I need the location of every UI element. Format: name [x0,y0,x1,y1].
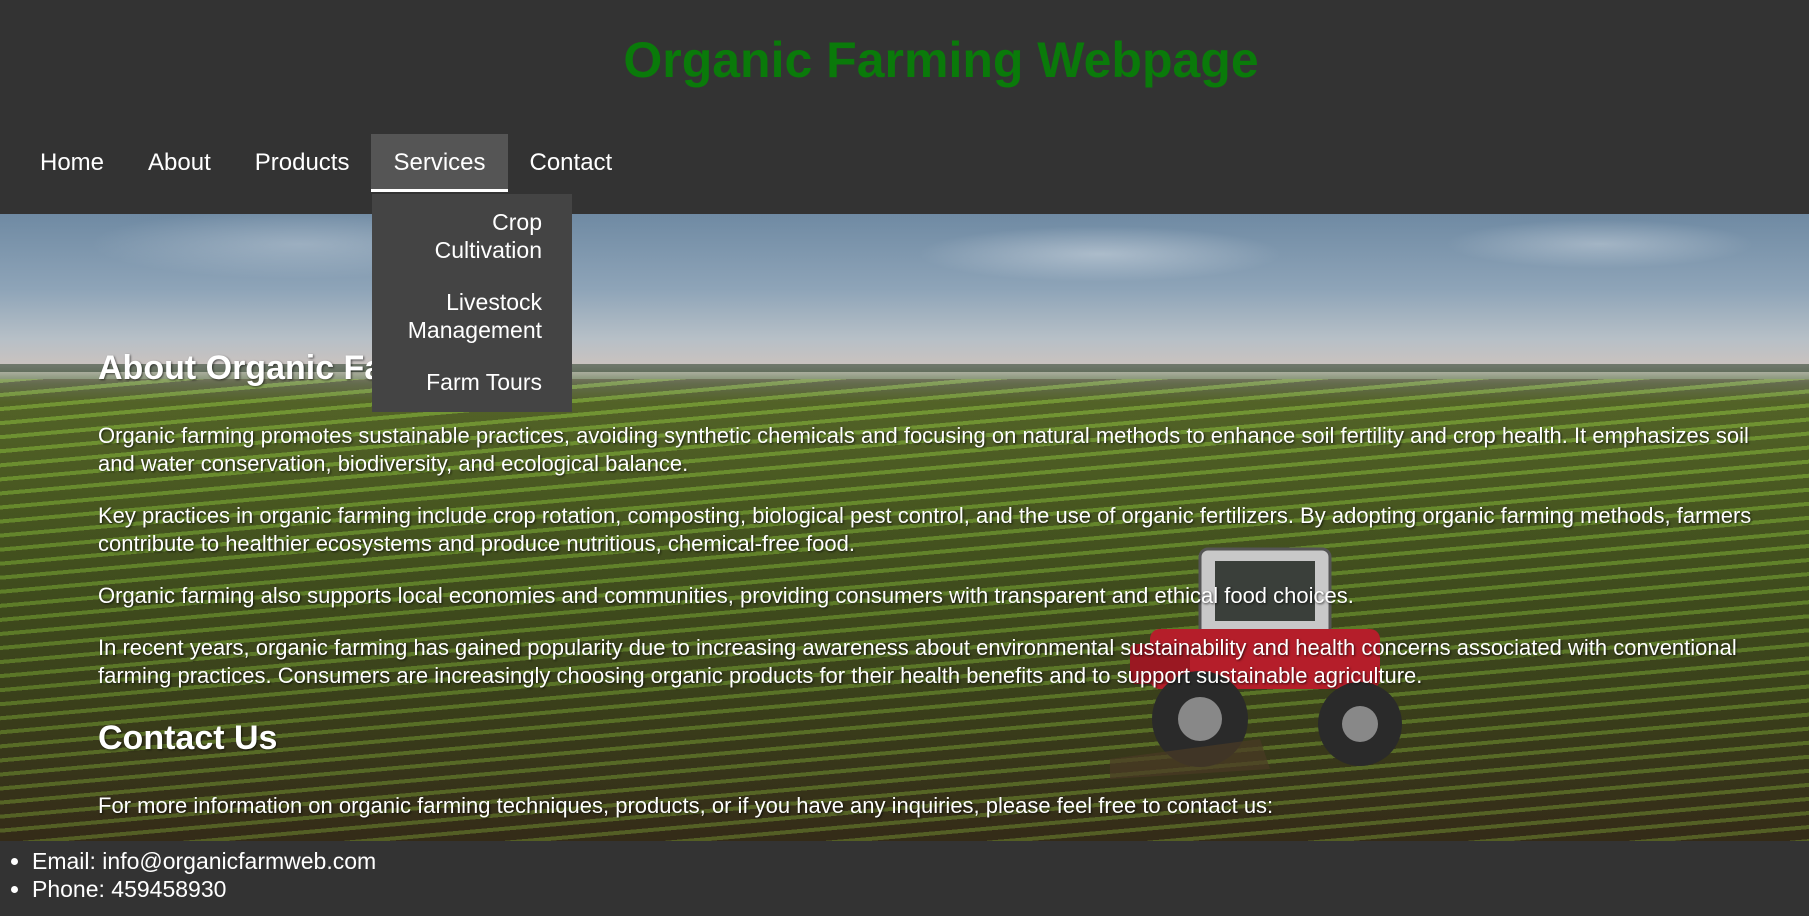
about-paragraph: Organic farming promotes sustainable pra… [98,423,1749,476]
services-dropdown-menu: Crop Cultivation Livestock Management Fa… [372,194,572,412]
nav-home-link[interactable]: Home [18,134,126,192]
nav-products-link[interactable]: Products [233,134,372,192]
contact-email: Email: info@organicfarmweb.com [32,847,376,875]
about-paragraph: Key practices in organic farming include… [98,503,1752,556]
about-paragraph: In recent years, organic farming has gai… [98,635,1737,688]
nav-about-link[interactable]: About [126,134,233,192]
main-nav: Home About Products Services Contact [18,134,634,192]
nav-services-link[interactable]: Services [371,134,508,192]
dropdown-item-crop-cultivation[interactable]: Crop Cultivation [372,194,572,274]
nav-contact-link[interactable]: Contact [508,134,635,192]
hero-section: About Organic Farming Organic farming pr… [0,214,1809,841]
contact-phone: Phone: 459458930 [32,875,376,903]
sky-background [0,214,1809,364]
about-paragraph: Organic farming also supports local econ… [98,583,1354,608]
dropdown-item-livestock-management[interactable]: Livestock Management [372,274,572,354]
dropdown-item-farm-tours[interactable]: Farm Tours [372,354,572,406]
page-title: Organic Farming Webpage [623,32,1259,88]
site-header: Organic Farming Webpage Home About Produ… [0,0,1809,214]
contact-intro: For more information on organic farming … [98,793,1274,818]
contact-list: Email: info@organicfarmweb.com Phone: 45… [0,847,376,903]
contact-heading: Contact Us [98,719,278,757]
